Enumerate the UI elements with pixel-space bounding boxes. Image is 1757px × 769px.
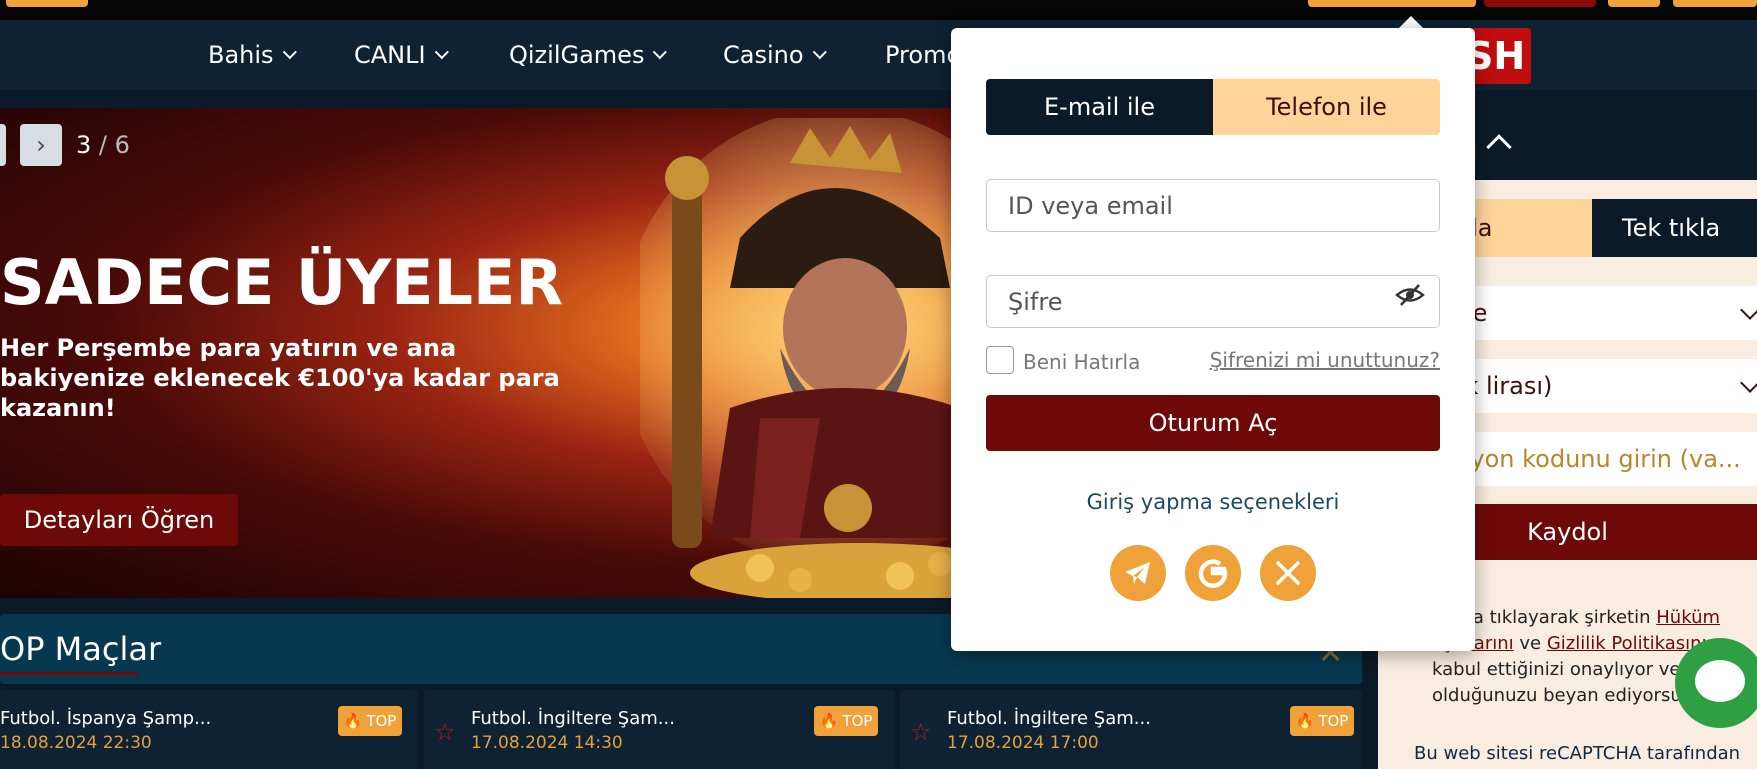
chat-support-button[interactable] xyxy=(1675,638,1757,728)
forgot-password-link[interactable]: Şifrenizi mi unuttunuz? xyxy=(1210,348,1440,372)
recaptcha-notice: Bu web sitesi reCAPTCHA tarafından xyxy=(1414,743,1741,764)
top-strip-login-button[interactable] xyxy=(1308,0,1476,7)
match-title: Futbol. İngiltere Şam... xyxy=(947,708,1151,729)
tab-phone-login[interactable]: Telefon ile xyxy=(1213,79,1440,135)
banner-details-button[interactable]: Detayları Öğren xyxy=(0,494,238,546)
banner-subtitle: Her Perşembe para yatırın ve ana bakiyen… xyxy=(0,334,560,422)
match-date: 18.08.2024 22:30 xyxy=(0,733,152,753)
banner-slide-counter: 3 / 6 xyxy=(76,131,130,159)
top-badge-label: TOP xyxy=(366,712,397,730)
chevron-down-icon xyxy=(812,45,827,60)
match-title: Futbol. İspanya Şamp... xyxy=(0,708,212,729)
star-icon[interactable]: ☆ xyxy=(434,718,456,746)
legal-text-part: ve xyxy=(1513,633,1547,654)
telegram-icon xyxy=(1125,562,1150,584)
slide-separator: / xyxy=(98,131,108,159)
slide-current: 3 xyxy=(76,131,92,159)
fire-icon: 🔥 xyxy=(343,712,363,730)
chevron-down-icon xyxy=(282,45,297,60)
banner-next-button[interactable]: › xyxy=(20,124,62,166)
legal-text-part: kabul ettiğinizi onaylıyor ve xyxy=(1432,659,1681,680)
top-badge: 🔥 TOP xyxy=(1290,706,1354,736)
login-method-tabs: E-mail ile Telefon ile xyxy=(986,79,1440,135)
slide-total: 6 xyxy=(114,131,130,159)
chevron-down-icon xyxy=(1740,373,1757,393)
x-icon xyxy=(1275,560,1301,586)
match-card[interactable]: ☆ Futbol. İngiltere Şam... 17.08.2024 14… xyxy=(424,690,894,769)
nav-item-label: Promo xyxy=(885,41,962,69)
title-underline xyxy=(0,672,138,675)
login-modal: E-mail ile Telefon ile Beni Hatırla Şifr… xyxy=(951,28,1475,651)
top-strip xyxy=(0,0,1757,20)
top-matches-title: OP Maçlar xyxy=(0,630,162,668)
fire-icon: 🔥 xyxy=(1295,712,1315,730)
tab-email-login[interactable]: E-mail ile xyxy=(986,79,1213,135)
nav-item-promo[interactable]: Promo xyxy=(885,41,961,69)
match-card[interactable]: Futbol. İspanya Şamp... 18.08.2024 22:30… xyxy=(0,690,418,769)
chat-icon xyxy=(1695,660,1745,702)
legal-text-part: olduğunuzu beyan ediyorsu xyxy=(1432,685,1682,706)
google-login-button[interactable] xyxy=(1185,545,1241,601)
google-icon xyxy=(1198,559,1228,588)
top-strip-chip[interactable] xyxy=(1608,0,1660,7)
nav-item-label: CANLI xyxy=(354,41,426,69)
nav-item-label: QizilGames xyxy=(509,41,645,69)
remember-me-checkbox[interactable] xyxy=(986,346,1014,374)
top-strip-chip[interactable] xyxy=(6,0,88,7)
top-badge-label: TOP xyxy=(1318,712,1349,730)
top-badge: 🔥 TOP xyxy=(338,706,402,736)
banner-slider-nav: › 3 / 6 xyxy=(0,124,130,166)
privacy-policy-link[interactable]: Gizlilik Politikasını xyxy=(1547,633,1707,654)
nav-item-casino[interactable]: Casino xyxy=(723,41,827,69)
chevron-right-icon: › xyxy=(36,131,46,159)
x-login-button[interactable] xyxy=(1260,545,1316,601)
star-icon[interactable]: ☆ xyxy=(910,718,932,746)
nav-item-qizilgames[interactable]: QizilGames xyxy=(509,41,668,69)
password-input[interactable] xyxy=(986,275,1440,328)
nav-item-bahis[interactable]: Bahis xyxy=(208,41,297,69)
top-badge: 🔥 TOP xyxy=(814,706,878,736)
eye-slash-icon[interactable] xyxy=(1395,282,1425,308)
top-strip-chip[interactable] xyxy=(1673,0,1757,7)
remember-me-label: Beni Hatırla xyxy=(1023,350,1141,374)
nav-item-label: Bahis xyxy=(208,41,274,69)
nav-item-canli[interactable]: CANLI xyxy=(354,41,449,69)
telegram-login-button[interactable] xyxy=(1110,545,1166,601)
chevron-down-icon xyxy=(653,45,668,60)
top-badge-label: TOP xyxy=(842,712,873,730)
match-title: Futbol. İngiltere Şam... xyxy=(471,708,675,729)
banner-prev-button[interactable] xyxy=(0,124,6,166)
terms-link[interactable]: Hüküm xyxy=(1656,607,1720,628)
banner-title: SADECE ÜYELER xyxy=(0,246,564,319)
top-strip-register-button[interactable] xyxy=(1484,0,1596,7)
main-nav: Bahis CANLI QizilGames Casino Promo SH xyxy=(0,20,1757,90)
id-email-input[interactable] xyxy=(986,179,1440,232)
login-button[interactable]: Oturum Aç xyxy=(986,395,1440,451)
chevron-down-icon xyxy=(1740,300,1757,320)
match-date: 17.08.2024 17:00 xyxy=(947,733,1099,753)
login-options-label: Giriş yapma seçenekleri xyxy=(1086,490,1340,514)
chevron-up-icon[interactable] xyxy=(1486,134,1512,160)
chevron-down-icon xyxy=(434,45,449,60)
match-card[interactable]: ☆ Futbol. İngiltere Şam... 17.08.2024 17… xyxy=(900,690,1362,769)
nav-item-label: Casino xyxy=(723,41,804,69)
fire-icon: 🔥 xyxy=(819,712,839,730)
match-date: 17.08.2024 14:30 xyxy=(471,733,623,753)
tab-register-one-click[interactable]: Tek tıkla xyxy=(1592,199,1757,257)
